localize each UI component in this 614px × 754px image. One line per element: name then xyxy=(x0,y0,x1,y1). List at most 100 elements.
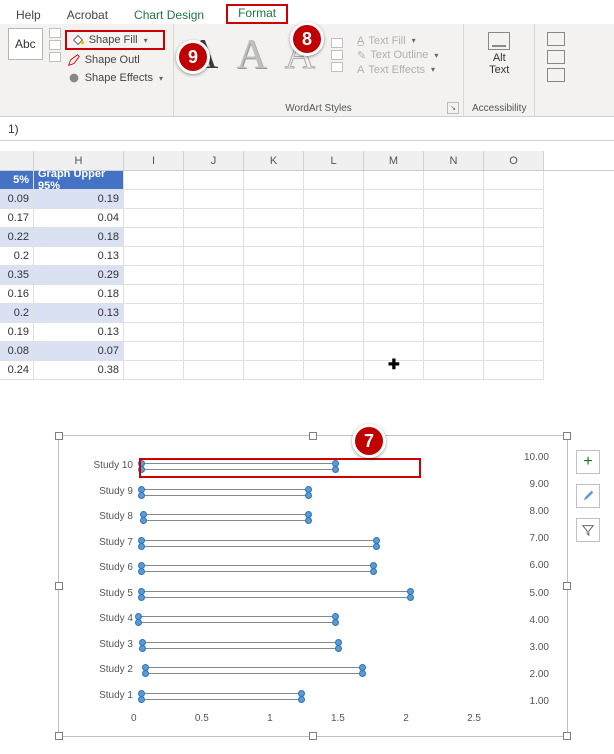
col-N[interactable]: N xyxy=(424,151,484,170)
cell[interactable] xyxy=(424,228,484,247)
y2-tick[interactable]: 2.00 xyxy=(530,669,549,680)
wordart-style-2[interactable]: A xyxy=(230,28,272,82)
x-tick[interactable]: 2.5 xyxy=(467,713,481,724)
text-effects-button[interactable]: AText Effects▾ xyxy=(357,64,438,76)
y2-tick[interactable]: 8.00 xyxy=(530,506,549,517)
cell[interactable] xyxy=(424,247,484,266)
resize-handle-w[interactable] xyxy=(55,582,63,590)
data-point[interactable] xyxy=(138,568,145,575)
col-J[interactable]: J xyxy=(184,151,244,170)
cell[interactable] xyxy=(184,266,244,285)
cell[interactable] xyxy=(424,266,484,285)
cell[interactable] xyxy=(364,190,424,209)
cell-lower-5[interactable]: 0.16 xyxy=(0,285,34,304)
tab-acrobat[interactable]: Acrobat xyxy=(63,6,112,24)
cell[interactable] xyxy=(364,209,424,228)
data-point[interactable] xyxy=(305,492,312,499)
cell[interactable] xyxy=(124,209,184,228)
cell[interactable] xyxy=(424,285,484,304)
bar-segment[interactable] xyxy=(141,489,308,490)
cell[interactable] xyxy=(364,323,424,342)
bar-segment[interactable] xyxy=(141,597,410,598)
cell[interactable] xyxy=(484,247,544,266)
cell[interactable] xyxy=(484,190,544,209)
send-backward-icon[interactable] xyxy=(547,50,565,64)
bar-segment[interactable] xyxy=(141,591,410,592)
data-point[interactable] xyxy=(305,517,312,524)
bar-segment[interactable] xyxy=(141,495,308,496)
cell[interactable] xyxy=(304,342,364,361)
x-tick[interactable]: 1 xyxy=(267,713,273,724)
cell[interactable] xyxy=(304,228,364,247)
cell[interactable] xyxy=(244,190,304,209)
cell[interactable] xyxy=(124,247,184,266)
grid[interactable]: 5%Graph Upper 95%0.090.190.170.040.220.1… xyxy=(0,171,614,380)
cell[interactable] xyxy=(304,171,364,190)
data-point[interactable] xyxy=(359,670,366,677)
plot-area[interactable]: Study 1Study 2Study 3Study 4Study 5Study… xyxy=(131,456,481,706)
cell[interactable] xyxy=(124,266,184,285)
category-label-study-10[interactable]: Study 10 xyxy=(73,460,133,471)
cell[interactable] xyxy=(484,304,544,323)
cell[interactable] xyxy=(124,190,184,209)
cell[interactable] xyxy=(124,228,184,247)
bar-segment[interactable] xyxy=(141,540,376,541)
y2-tick[interactable]: 4.00 xyxy=(530,615,549,626)
wordart-gallery-scroll[interactable] xyxy=(331,38,343,72)
y2-tick[interactable]: 6.00 xyxy=(530,560,549,571)
cell[interactable] xyxy=(364,304,424,323)
col-M[interactable]: M xyxy=(364,151,424,170)
bar-segment[interactable] xyxy=(141,571,374,572)
cell[interactable] xyxy=(364,171,424,190)
cell[interactable] xyxy=(124,342,184,361)
cell[interactable] xyxy=(304,323,364,342)
cell[interactable] xyxy=(244,209,304,228)
style-gallery-scroll[interactable] xyxy=(49,28,61,62)
cell-upper-8[interactable]: 0.07 xyxy=(34,342,124,361)
resize-handle-sw[interactable] xyxy=(55,732,63,740)
col-O[interactable]: O xyxy=(484,151,544,170)
cell[interactable] xyxy=(484,342,544,361)
bar-segment[interactable] xyxy=(138,616,335,617)
secondary-y-axis[interactable]: 10.009.008.007.006.005.004.003.002.001.0… xyxy=(524,452,549,707)
category-label-study-2[interactable]: Study 2 xyxy=(73,664,133,675)
bar-segment[interactable] xyxy=(145,667,363,668)
bar-segment[interactable] xyxy=(141,565,374,566)
data-point[interactable] xyxy=(139,645,146,652)
bring-forward-icon[interactable] xyxy=(547,32,565,46)
data-point[interactable] xyxy=(298,696,305,703)
tab-help[interactable]: Help xyxy=(12,6,45,24)
chart-object[interactable]: Study 1Study 2Study 3Study 4Study 5Study… xyxy=(58,435,568,737)
col-K[interactable]: K xyxy=(244,151,304,170)
cell[interactable] xyxy=(364,285,424,304)
cell-lower-2[interactable]: 0.22 xyxy=(0,228,34,247)
cell[interactable] xyxy=(184,190,244,209)
cell[interactable] xyxy=(184,209,244,228)
cell-upper-4[interactable]: 0.29 xyxy=(34,266,124,285)
y2-tick[interactable]: 3.00 xyxy=(530,642,549,653)
cell[interactable] xyxy=(244,266,304,285)
bar-segment[interactable] xyxy=(143,514,308,515)
cell-upper-0[interactable]: 0.19 xyxy=(34,190,124,209)
cell[interactable] xyxy=(184,304,244,323)
bar-segment[interactable] xyxy=(138,622,335,623)
category-label-study-4[interactable]: Study 4 xyxy=(73,613,133,624)
cell[interactable] xyxy=(364,266,424,285)
resize-handle-n[interactable] xyxy=(309,432,317,440)
cell[interactable] xyxy=(304,285,364,304)
cell-lower-9[interactable]: 0.24 xyxy=(0,361,34,380)
alt-text-button[interactable]: Alt Text xyxy=(472,28,526,80)
x-tick[interactable]: 1.5 xyxy=(331,713,345,724)
data-point[interactable] xyxy=(140,517,147,524)
cell[interactable] xyxy=(484,228,544,247)
category-label-study-8[interactable]: Study 8 xyxy=(73,511,133,522)
data-point[interactable] xyxy=(370,568,377,575)
cell-upper-7[interactable]: 0.13 xyxy=(34,323,124,342)
cell[interactable] xyxy=(304,266,364,285)
category-label-study-6[interactable]: Study 6 xyxy=(73,562,133,573)
cell-upper-9[interactable]: 0.38 xyxy=(34,361,124,380)
cell[interactable] xyxy=(244,247,304,266)
y2-tick[interactable]: 5.00 xyxy=(530,588,549,599)
cell-upper-1[interactable]: 0.04 xyxy=(34,209,124,228)
cell[interactable] xyxy=(484,285,544,304)
